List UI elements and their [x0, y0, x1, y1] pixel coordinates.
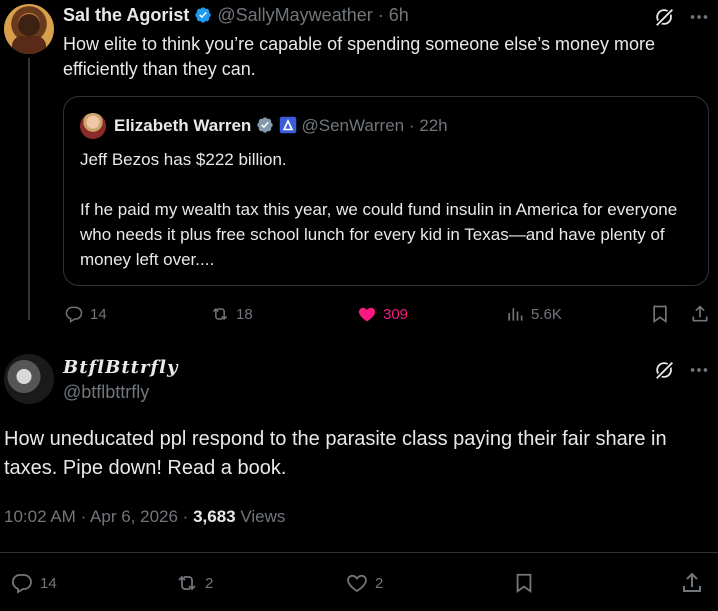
quoted-text-line-1: Jeff Bezos has $222 billion. — [80, 150, 287, 169]
verified-badge-icon — [194, 6, 212, 24]
like-icon — [347, 574, 367, 593]
grok-icon[interactable] — [654, 6, 676, 28]
separator-dot: · — [377, 5, 384, 25]
quoted-timestamp: 22h — [419, 116, 448, 135]
quoted-header: Elizabeth Warren @SenWarren · 22h — [114, 115, 448, 137]
parent-header: Sal the Agorist @SallyMayweather · 6h — [63, 4, 409, 26]
parent-author-handle[interactable]: @SallyMayweather — [217, 5, 372, 25]
main-author-avatar[interactable] — [4, 354, 54, 404]
verified-badge-icon — [256, 116, 274, 134]
main-tweet-time[interactable]: 10:02 AM — [4, 507, 76, 526]
main-like-count: 2 — [375, 574, 384, 592]
parent-views-button[interactable]: 5.6K — [505, 304, 562, 324]
quoted-author-handle: @SenWarren — [301, 116, 405, 135]
thread-line — [28, 58, 30, 320]
parent-timestamp[interactable]: 6h — [389, 5, 409, 25]
main-tweet-date[interactable]: Apr 6, 2026 — [90, 507, 178, 526]
main-reply-count: 14 — [40, 574, 57, 592]
like-icon — [358, 307, 376, 322]
main-author-name[interactable]: 𝑩𝒕𝒇𝒍𝑩𝒕𝒕𝒓𝒇𝒍𝒚 — [63, 357, 178, 378]
parent-views-count: 5.6K — [531, 305, 562, 323]
share-icon[interactable] — [680, 571, 704, 595]
separator-dot: · — [182, 507, 189, 526]
views-icon — [508, 308, 523, 321]
parent-reply-count: 14 — [90, 305, 107, 323]
main-tweet-text: How uneducated ppl respond to the parasi… — [4, 428, 667, 479]
quoted-tweet-card[interactable]: Elizabeth Warren @SenWarren · 22h Jeff B… — [63, 96, 709, 286]
quoted-author-avatar — [80, 113, 106, 139]
more-icon[interactable] — [688, 6, 710, 28]
main-views-label: Views — [240, 507, 286, 526]
parent-author-avatar[interactable] — [4, 4, 54, 54]
main-repost-count: 2 — [205, 574, 214, 592]
main-like-button[interactable]: 2 — [345, 571, 383, 595]
main-views-count: 3,683 — [193, 507, 236, 526]
separator-dot: · — [408, 116, 415, 135]
main-author-handle[interactable]: @btflbttrfly — [63, 382, 149, 403]
divider — [0, 552, 718, 553]
parent-author-name[interactable]: Sal the Agorist — [63, 5, 189, 25]
government-badge-icon — [279, 116, 297, 134]
parent-repost-count: 18 — [236, 305, 253, 323]
bookmark-icon[interactable] — [650, 304, 670, 324]
quoted-author-name: Elizabeth Warren — [114, 116, 252, 135]
reply-icon — [65, 306, 83, 323]
parent-repost-button[interactable]: 18 — [210, 304, 253, 324]
parent-like-count: 309 — [383, 305, 409, 323]
bookmark-icon[interactable] — [513, 571, 535, 595]
parent-tweet-text: How elite to think you’re capable of spe… — [63, 34, 656, 79]
main-repost-button[interactable]: 2 — [175, 571, 213, 595]
parent-reply-button[interactable]: 14 — [64, 304, 107, 324]
separator-dot: · — [80, 507, 87, 526]
main-reply-button[interactable]: 14 — [10, 571, 57, 595]
repost-icon — [212, 307, 228, 321]
repost-icon — [178, 575, 196, 591]
parent-like-button[interactable]: 309 — [357, 304, 408, 324]
reply-icon — [11, 574, 32, 594]
share-icon[interactable] — [690, 304, 710, 324]
quoted-text-paragraph-2: If he paid my wealth tax this year, we c… — [80, 200, 678, 269]
grok-icon[interactable] — [654, 359, 676, 381]
main-tweet-meta: 10:02 AM · Apr 6, 2026 · 3,683 Views — [4, 507, 285, 527]
more-icon[interactable] — [688, 359, 710, 381]
